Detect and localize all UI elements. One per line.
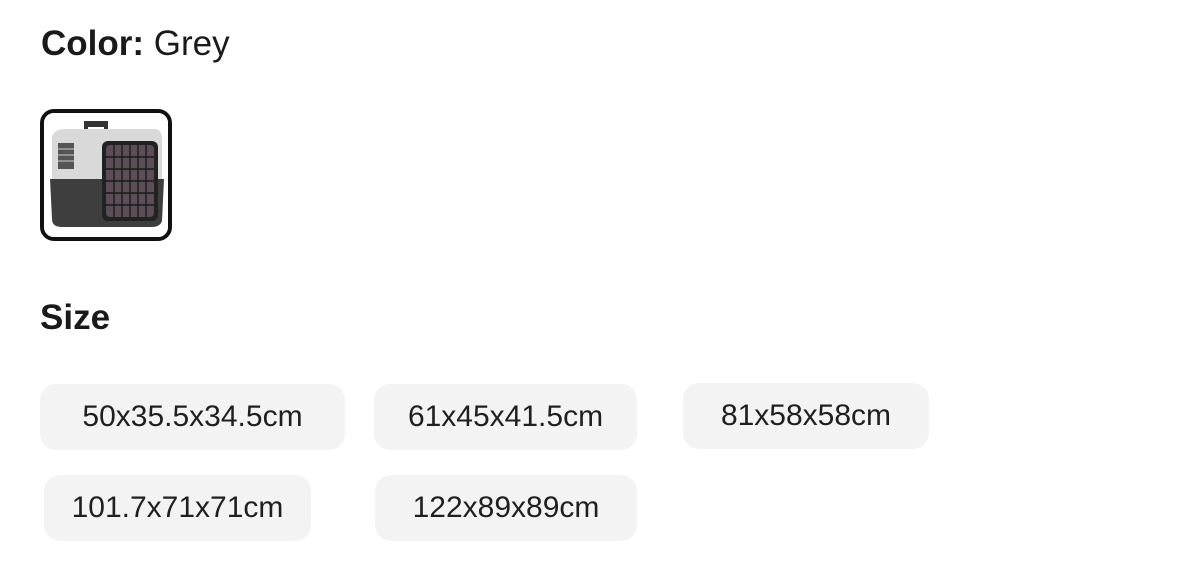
size-option-101-7x71x71[interactable]: 101.7x71x71cm bbox=[44, 475, 311, 541]
size-option-61x45x41-5[interactable]: 61x45x41.5cm bbox=[374, 384, 637, 450]
color-label: Color: bbox=[41, 24, 145, 63]
color-value: Grey bbox=[153, 24, 230, 63]
color-swatch-grey[interactable] bbox=[40, 109, 172, 241]
size-heading: Size bbox=[40, 298, 111, 337]
size-option-81x58x58[interactable]: 81x58x58cm bbox=[683, 383, 929, 449]
color-heading: Color: Grey bbox=[41, 22, 230, 66]
size-option-122x89x89[interactable]: 122x89x89cm bbox=[375, 475, 637, 541]
pet-carrier-image bbox=[44, 113, 168, 237]
size-option-50x35-5x34-5[interactable]: 50x35.5x34.5cm bbox=[40, 384, 345, 450]
